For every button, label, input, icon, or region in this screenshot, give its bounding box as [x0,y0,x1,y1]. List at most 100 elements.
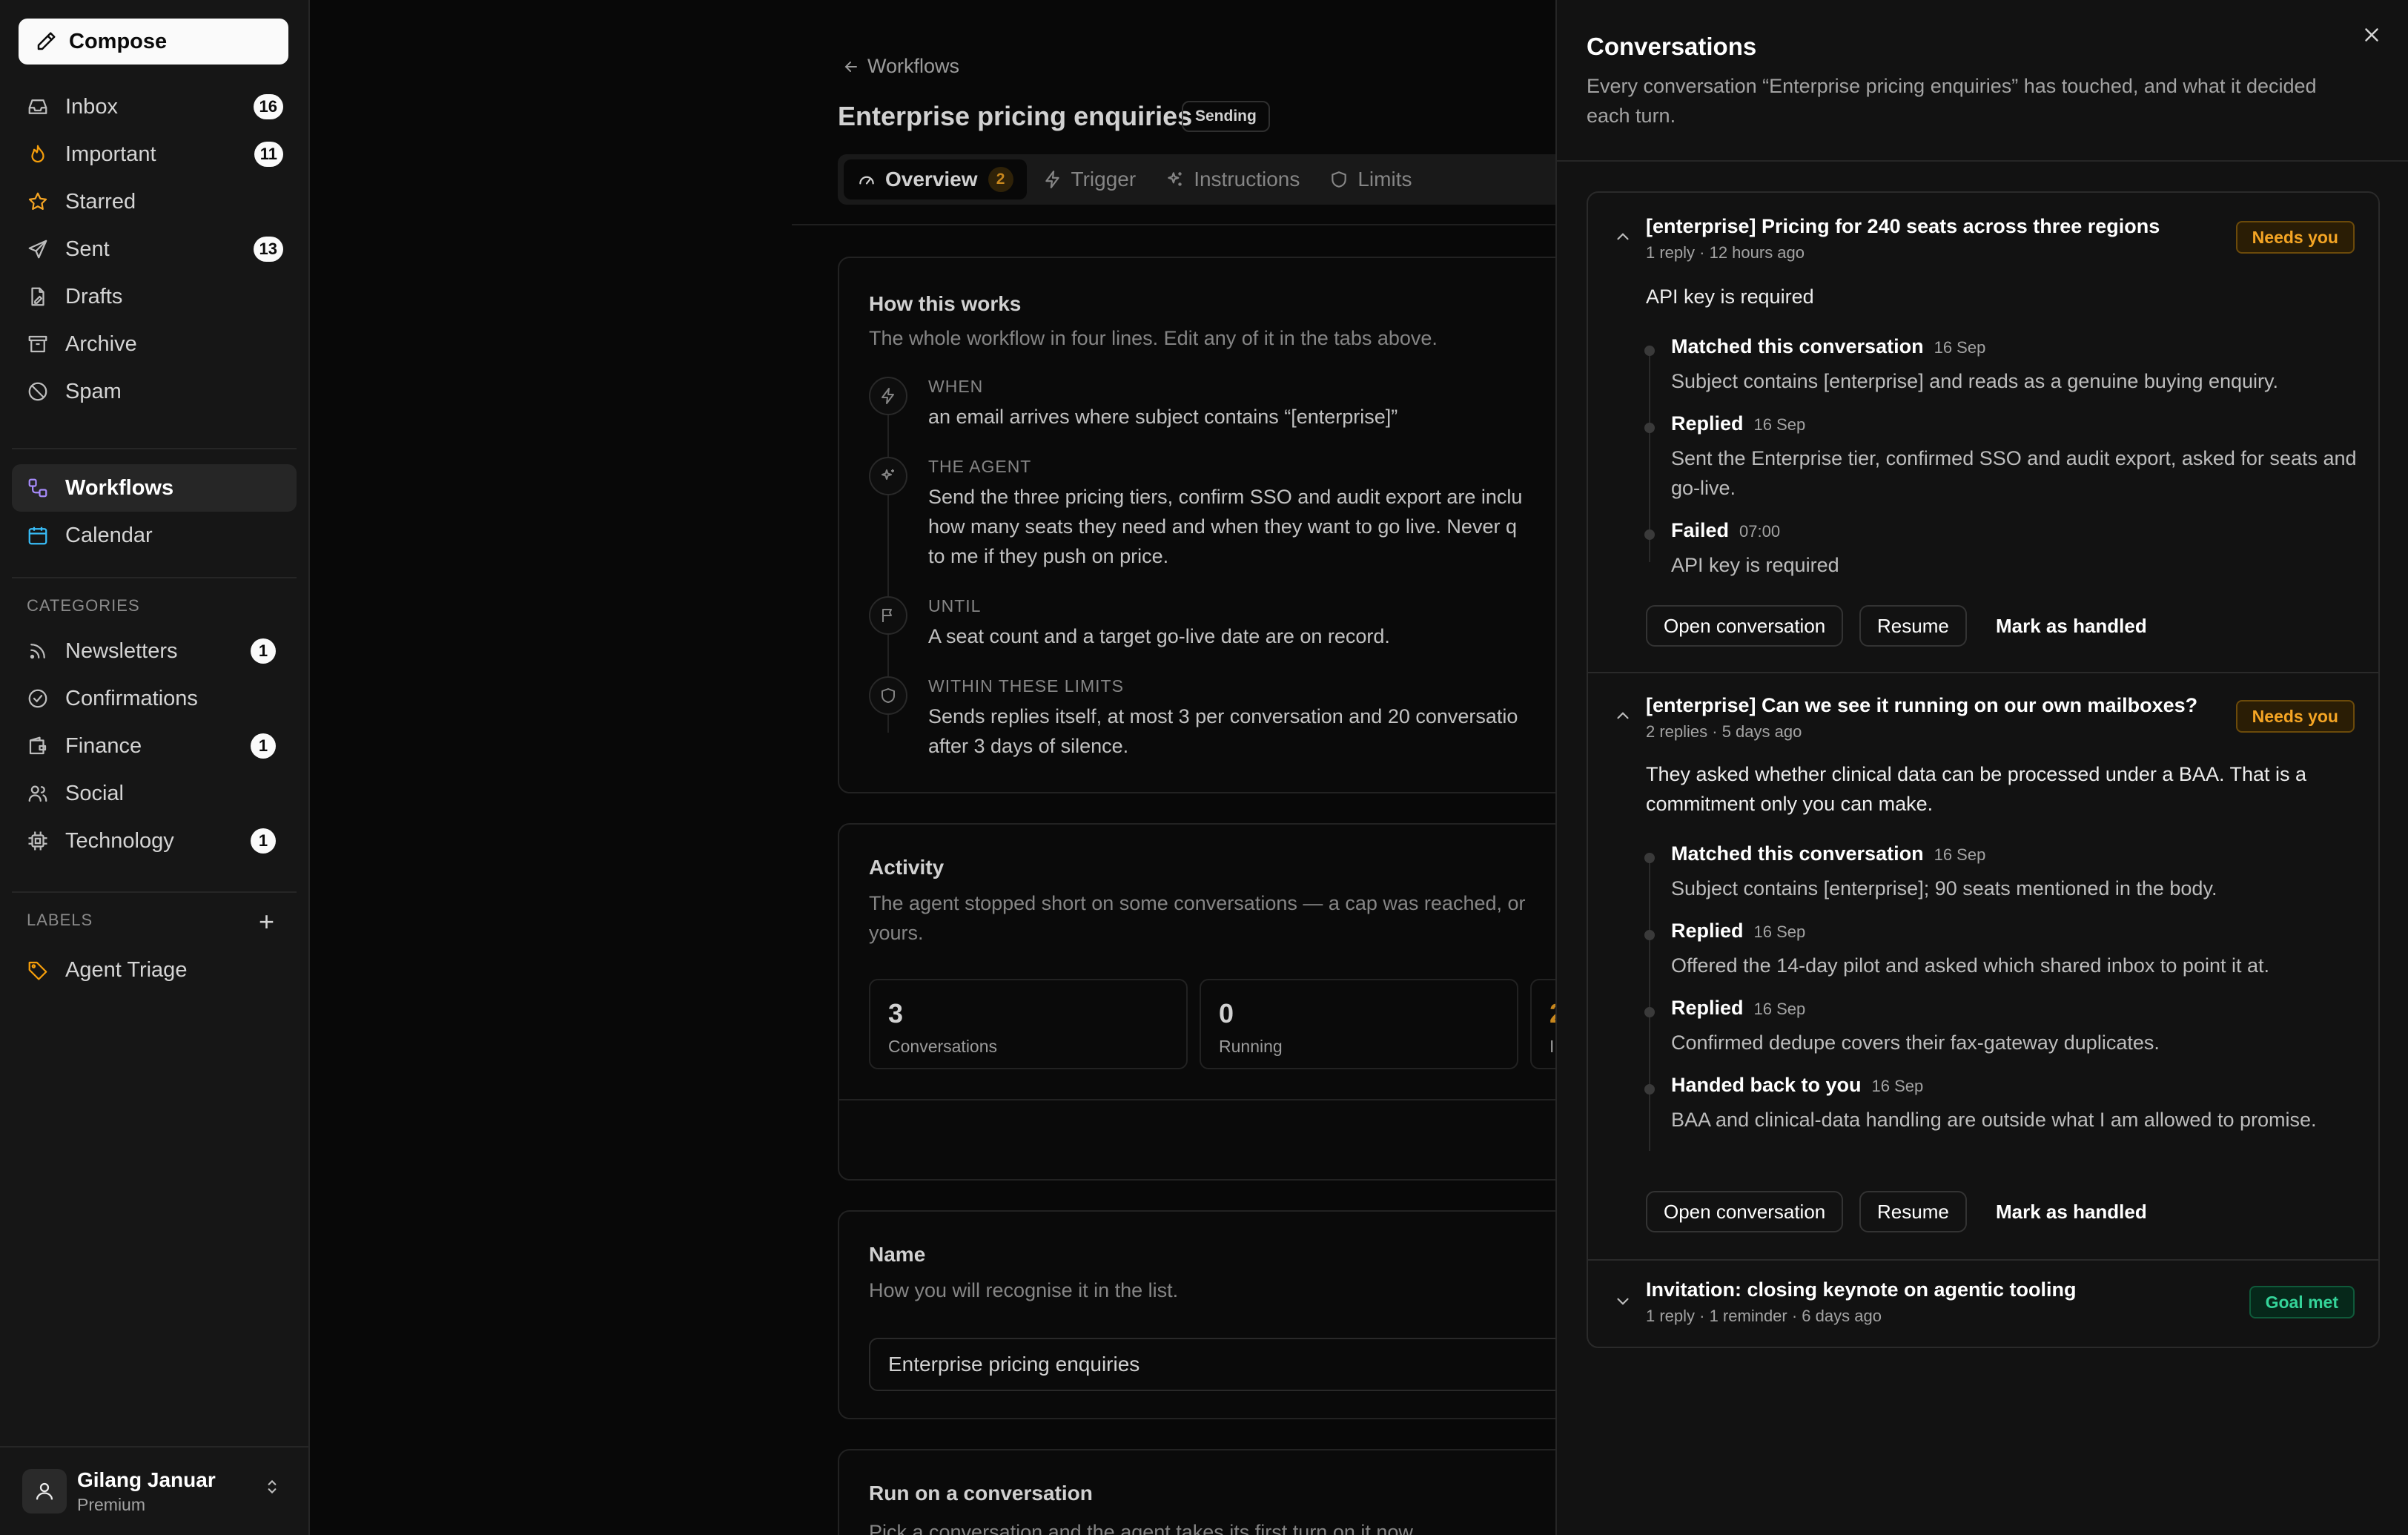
resume-button[interactable]: Resume [1859,1191,1967,1232]
stat-label: Conversations [888,1037,998,1056]
event-heading: Replied 16 Sep [1671,920,1805,943]
card-title: Name [869,1243,926,1266]
archive-icon [25,331,50,357]
labels-heading: LABELS [27,911,93,929]
tab-count-badge: 2 [988,167,1013,192]
sparkles-icon [1168,172,1182,186]
tag-icon [25,957,50,983]
sidebar-item-starred[interactable]: Starred [12,178,297,225]
tab-instructions[interactable]: Instructions [1152,159,1313,199]
sidebar-item-agent-triage[interactable]: Agent Triage [12,946,297,994]
add-label-button[interactable]: + [259,908,274,935]
conversation-title[interactable]: Invitation: closing keynote on agentic t… [1646,1278,2077,1301]
wallet-icon [25,733,50,759]
tab-limits[interactable]: Limits [1316,159,1425,199]
how-this-works-card: How this works The whole workflow in fou… [838,257,1555,793]
step-until-marker [869,596,907,635]
open-conversation-button[interactable]: Open conversation [1646,1191,1844,1232]
workflow-name-input[interactable]: Enterprise pricing enquiries [869,1338,1555,1391]
event-text: API key is required [1671,554,1839,576]
event-text: Confirmed dedupe covers their fax-gatewa… [1671,1031,2160,1054]
arrow-left-icon [844,61,857,72]
timeline-dot [1644,423,1655,433]
unread-count-badge: 1 [251,828,276,854]
bolt-icon [1045,171,1059,188]
event-title: Matched this conversation [1671,842,1924,865]
sidebar-item-finance[interactable]: Finance 1 [12,722,297,770]
event-date: 16 Sep [1753,922,1806,941]
event-text: BAA and clinical-data handling are outsi… [1671,1109,2317,1131]
sidebar-item-important[interactable]: Important 11 [12,131,297,178]
event-date: 16 Sep [1934,845,1986,864]
back-label: Workflows [867,55,960,77]
close-icon[interactable] [2361,24,2383,46]
event-text: Sent the Enterprise tier, confirmed SSO … [1671,447,2357,499]
sidebar-item-social[interactable]: Social [12,770,297,817]
sidebar-item-newsletters[interactable]: Newsletters 1 [12,627,297,675]
conversation-title[interactable]: [enterprise] Can we see it running on ou… [1646,694,2197,717]
tab-trigger[interactable]: Trigger [1030,159,1150,199]
conversation-title[interactable]: [enterprise] Pricing for 240 seats acros… [1646,215,2160,238]
bolt-icon [882,388,894,404]
sidebar-item-label: Workflows [65,475,174,500]
drawer-subtitle: Every conversation “Enterprise pricing e… [1587,75,2317,127]
unread-count-badge: 1 [251,733,276,759]
event-text: Subject contains [enterprise]; 90 seats … [1671,877,2217,899]
open-conversation-button[interactable]: Open conversation [1646,605,1844,647]
sidebar-item-confirmations[interactable]: Confirmations [12,675,297,722]
sidebar-item-workflows[interactable]: Workflows [12,464,297,512]
back-link[interactable]: Workflows [842,55,959,78]
header-divider [792,224,1555,225]
sidebar-item-drafts[interactable]: Drafts [12,273,297,320]
sidebar-item-technology[interactable]: Technology 1 [12,817,297,865]
chevron-up-icon[interactable] [1613,706,1633,725]
mark-as-handled-button[interactable]: Mark as handled [1988,605,2154,647]
tab-overview[interactable]: Overview 2 [844,159,1027,199]
pencil-icon [37,32,56,50]
stat-label: Running [1219,1037,1283,1056]
card-footer-divider [839,1099,1555,1100]
chevron-up-icon[interactable] [1613,227,1633,246]
activity-card: Activity The agent stopped short on some… [838,823,1555,1181]
stat-value: 3 [888,998,904,1029]
divider [12,891,297,893]
step-text: Sends replies itself, at most 3 per conv… [928,705,1518,727]
event-title: Failed [1671,519,1730,541]
event-heading: Failed 07:00 [1671,519,1780,542]
mark-as-handled-button[interactable]: Mark as handled [1988,1191,2154,1232]
timeline-dot [1644,1084,1655,1095]
sidebar: Compose Inbox 16 Important 11 Starred Se… [0,0,310,1535]
conversation-item: [enterprise] Can we see it running on ou… [1588,673,2378,1259]
sidebar-item-archive[interactable]: Archive [12,320,297,368]
sidebar-item-inbox[interactable]: Inbox 16 [12,83,297,131]
card-subtitle: The whole workflow in four lines. Edit a… [869,327,1438,349]
status-badge: Goal met [2249,1286,2355,1318]
resume-button[interactable]: Resume [1859,605,1967,647]
compose-button[interactable]: Compose [19,19,288,65]
draft-icon [25,284,50,309]
sidebar-item-label: Calendar [65,523,153,547]
step-text: Send the three pricing tiers, confirm SS… [928,486,1523,508]
user-plan: Premium [77,1494,146,1514]
shield-icon [1332,171,1347,188]
conversation-summary: They asked whether clinical data can be … [1646,763,2307,815]
sidebar-item-label: Starred [65,189,136,214]
account-switcher[interactable]: Gilang Januar Premium [0,1446,308,1535]
card-subtitle: Pick a conversation and the agent takes … [869,1521,1418,1535]
divider [12,448,297,449]
drawer-title: Conversations [1587,33,1757,60]
sidebar-item-calendar[interactable]: Calendar [12,512,297,559]
step-label: WHEN [928,377,984,396]
event-date: 16 Sep [1871,1077,1924,1095]
compose-label: Compose [69,29,168,53]
sidebar-item-sent[interactable]: Sent 13 [12,225,297,273]
unread-count-badge: 13 [253,237,283,262]
chip-icon [25,828,50,854]
chevron-down-icon[interactable] [1613,1292,1633,1311]
sidebar-item-label: Social [65,781,124,805]
name-card: Name How you will recognise it in the li… [838,1210,1555,1419]
conversation-item[interactable]: Invitation: closing keynote on agentic t… [1588,1261,2378,1347]
unread-count-badge: 1 [251,638,276,664]
inbox-icon [25,94,50,119]
sidebar-item-spam[interactable]: Spam [12,368,297,415]
